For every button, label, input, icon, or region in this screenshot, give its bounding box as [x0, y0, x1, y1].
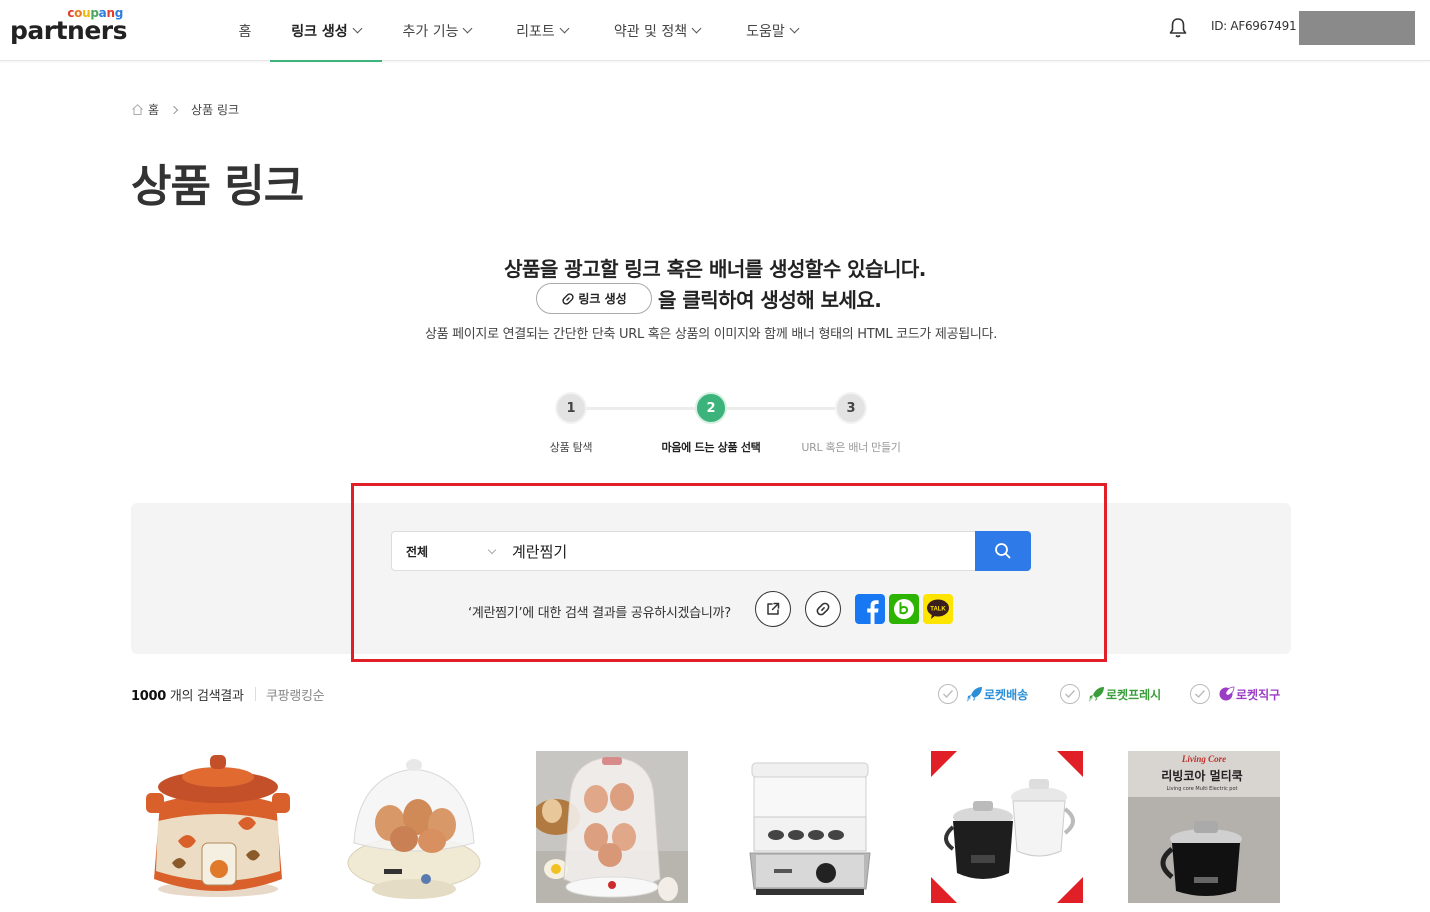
clay-pot-cooker-image: [142, 751, 294, 903]
filter-rocket-fresh[interactable]: 로켓프레시: [1060, 684, 1161, 704]
breadcrumb: 홈 상품 링크: [131, 101, 239, 118]
breadcrumb-home[interactable]: 홈: [148, 101, 159, 118]
nav-terms-policy-label: 약관 및 정책: [613, 23, 688, 40]
product-card[interactable]: [734, 751, 886, 903]
nav-link-create[interactable]: 링크 생성: [270, 0, 382, 62]
product-card[interactable]: [142, 751, 294, 903]
rocket-icon: [966, 687, 982, 702]
result-count: 1000 개의 검색결과: [131, 685, 244, 704]
chevron-down-icon: [789, 23, 800, 34]
user-id-label: ID: AF6967491: [1211, 19, 1297, 33]
multi-cooker-livingcore-image: Living Core 리빙코아 멀티쿡 Living core Multi E…: [1128, 751, 1280, 903]
step-3-circle: 3: [835, 392, 867, 424]
banner-top-text: Living Core: [1181, 754, 1226, 764]
page-title: 상품 링크: [131, 161, 304, 212]
intro-second-text: 을 클릭하여 생성해 보세요.: [658, 288, 882, 312]
nav-extra-features-label: 추가 기능: [402, 23, 459, 40]
main-nav: 홈 링크 생성 추가 기능 리포트 약관 및 정책 도움말: [220, 0, 822, 62]
product-card[interactable]: [338, 751, 490, 903]
nav-report-label: 리포트: [516, 23, 555, 40]
chevron-down-icon: [559, 23, 570, 34]
top-header: coupang partners 홈 링크 생성 추가 기능 리포트 약관 및 …: [0, 0, 1430, 62]
egg-steamer-stainless-image: [734, 751, 886, 903]
intro-second-line: 링크 생성 을 클릭하여 생성해 보세요.: [536, 283, 882, 314]
user-account-box[interactable]: [1299, 11, 1415, 45]
nav-report[interactable]: 리포트: [492, 0, 592, 61]
filter-rocket-delivery-label: 로켓배송: [984, 687, 1029, 702]
step-2-label: 마음에 드는 상품 선택: [661, 441, 761, 454]
nav-help[interactable]: 도움말: [722, 0, 822, 61]
step-3-label: URL 혹은 배너 만들기: [801, 441, 901, 454]
product-card[interactable]: [931, 751, 1083, 903]
egg-cooker-white-image: [338, 751, 490, 903]
chevron-right-icon: [169, 105, 179, 114]
intro-description: 상품 페이지로 연결되는 간단한 단축 URL 혹은 상품의 이미지와 함께 배…: [424, 327, 998, 342]
logo-partners-text: partners: [10, 16, 128, 45]
check-circle-icon: [1060, 684, 1080, 704]
bell-icon[interactable]: [1168, 17, 1188, 39]
chevron-down-icon: [352, 23, 363, 34]
filter-rocket-direct-label: 로켓직구: [1236, 687, 1281, 702]
check-circle-icon: [938, 684, 958, 704]
step-1-label: 상품 탐색: [549, 441, 593, 454]
filter-rocket-fresh-label: 로켓프레시: [1106, 687, 1162, 702]
product-card[interactable]: [536, 751, 688, 903]
result-divider: [255, 687, 256, 701]
chevron-down-icon: [691, 23, 702, 34]
result-count-suffix: 개의 검색결과: [165, 689, 244, 704]
banner-main-text: 리빙코아 멀티쿡: [1161, 768, 1242, 783]
result-count-number: 1000: [131, 689, 166, 704]
nav-link-create-label: 링크 생성: [291, 23, 348, 40]
electric-pot-two-image: [931, 751, 1083, 903]
highlight-box: [351, 483, 1107, 662]
chevron-down-icon: [463, 23, 473, 34]
sort-coupang-ranking[interactable]: 쿠팡랭킹순: [266, 685, 325, 704]
nav-home-label: 홈: [238, 23, 252, 40]
filter-rocket-delivery[interactable]: 로켓배송: [938, 684, 1028, 704]
egg-steamer-double-image: [536, 751, 688, 903]
rocket-icon: [1088, 687, 1104, 702]
coupang-partners-logo[interactable]: coupang partners: [10, 6, 128, 46]
nav-help-label: 도움말: [746, 23, 785, 40]
nav-extra-features[interactable]: 추가 기능: [382, 0, 492, 61]
check-circle-icon: [1190, 684, 1210, 704]
link-create-button[interactable]: 링크 생성: [536, 283, 652, 314]
banner-sub-text: Living core Multi Electric pot: [1167, 786, 1238, 792]
nav-terms-policy[interactable]: 약관 및 정책: [592, 0, 722, 61]
intro-headline: 상품을 광고할 링크 혹은 배너를 생성할수 있습니다.: [504, 257, 926, 281]
step-1-circle: 1: [555, 392, 587, 424]
link-icon: [562, 292, 574, 305]
filter-rocket-direct[interactable]: 로켓직구: [1190, 684, 1280, 704]
nav-home[interactable]: 홈: [220, 0, 270, 61]
rocket-globe-icon: [1219, 686, 1235, 701]
step-2-circle: 2: [695, 392, 727, 424]
home-icon: [132, 104, 143, 115]
breadcrumb-current: 상품 링크: [191, 103, 240, 117]
product-card[interactable]: Living Core 리빙코아 멀티쿡 Living core Multi E…: [1128, 751, 1280, 903]
link-create-button-label: 링크 생성: [578, 292, 627, 306]
